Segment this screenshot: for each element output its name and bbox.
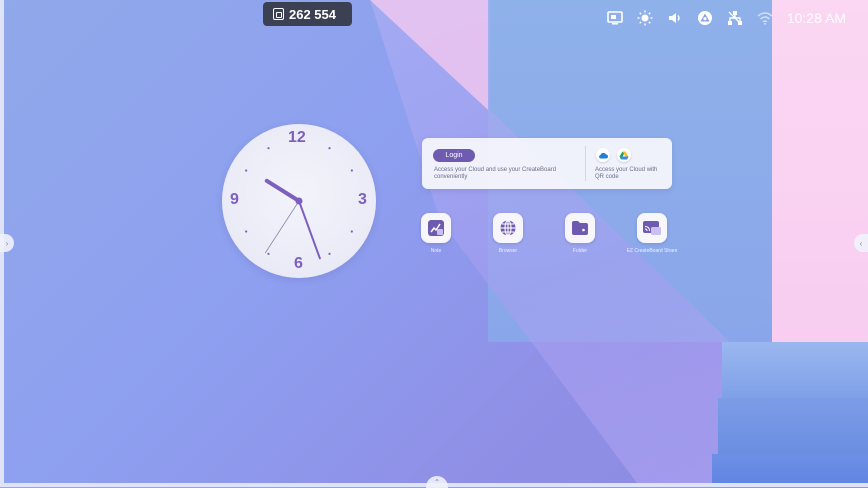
clock-tick-dot — [267, 147, 270, 150]
app-label: Folder — [572, 248, 588, 254]
clock-time: 10:28 AM — [786, 10, 846, 26]
app-label: Note — [430, 248, 442, 254]
screen-share-icon — [643, 221, 661, 235]
clock-tick-dot — [328, 147, 331, 150]
login-description: Access your Cloud and use your CreateBoa… — [434, 167, 557, 180]
clock-number-6: 6 — [294, 255, 303, 272]
app-folder[interactable]: Folder — [550, 213, 610, 254]
card-divider — [585, 146, 586, 181]
right-sidebar-handle[interactable]: ‹ — [854, 234, 868, 252]
app-note[interactable]: Note — [406, 213, 466, 254]
app-browser[interactable]: Browser — [478, 213, 538, 254]
wifi-icon[interactable] — [757, 10, 773, 26]
bottom-dock-handle[interactable]: ⌃ — [426, 476, 448, 488]
app-label: Browser — [498, 248, 518, 254]
screen-share-code-icon — [273, 8, 284, 20]
note-icon — [428, 220, 444, 236]
left-sidebar-handle[interactable]: › — [0, 234, 14, 252]
status-bar: 10:28 AM — [607, 10, 846, 26]
clock-minute-hand — [298, 200, 321, 260]
clock-tick-dot — [350, 169, 353, 172]
folder-icon — [572, 221, 588, 235]
folder-app-tile[interactable] — [565, 213, 595, 243]
clock-tick-dot — [350, 230, 353, 233]
volume-icon[interactable] — [667, 10, 683, 26]
cloud-login-card: Login Access your Cloud and use your Cre… — [422, 138, 672, 189]
clock-number-9: 9 — [230, 191, 239, 208]
app-label: EZ CreateBoard Share — [626, 248, 678, 254]
app-ez-createboard-share[interactable]: EZ CreateBoard Share — [622, 213, 682, 254]
browser-icon — [500, 219, 516, 237]
login-button[interactable]: Login — [433, 149, 475, 162]
clock-tick-dot — [328, 252, 331, 255]
background-pink-wall — [772, 0, 868, 342]
background-step — [718, 398, 868, 454]
chevron-right-icon: › — [5, 238, 9, 248]
clock-hour-hand — [264, 178, 301, 203]
onedrive-icon[interactable] — [596, 148, 610, 162]
analog-clock-widget[interactable]: 12 3 6 9 — [222, 124, 376, 278]
note-app-tile[interactable] — [421, 213, 451, 243]
browser-app-tile[interactable] — [493, 213, 523, 243]
chevron-left-icon: ‹ — [859, 238, 863, 248]
google-drive-icon[interactable] — [617, 148, 631, 162]
screen-share-code-badge[interactable]: 262 554 — [263, 2, 352, 26]
chevron-up-icon: ⌃ — [433, 477, 441, 487]
clock-number-3: 3 — [358, 191, 367, 208]
clock-tick-dot — [245, 169, 248, 172]
clock-tick-dot — [267, 252, 270, 255]
network-icon[interactable] — [727, 10, 743, 26]
display-icon[interactable] — [607, 10, 623, 26]
cloud-sync-icon[interactable] — [697, 10, 713, 26]
clock-center-pin — [295, 197, 303, 205]
clock-tick-dot — [245, 230, 248, 233]
clock-second-hand — [264, 200, 300, 254]
screen-share-app-tile[interactable] — [637, 213, 667, 243]
share-code: 262 554 — [289, 6, 336, 22]
background-step — [712, 454, 868, 487]
clock-number-12: 12 — [288, 129, 306, 146]
brightness-icon[interactable] — [637, 10, 653, 26]
qr-login-description[interactable]: Access your Cloud with QR code — [595, 167, 665, 181]
background-step — [722, 342, 868, 398]
